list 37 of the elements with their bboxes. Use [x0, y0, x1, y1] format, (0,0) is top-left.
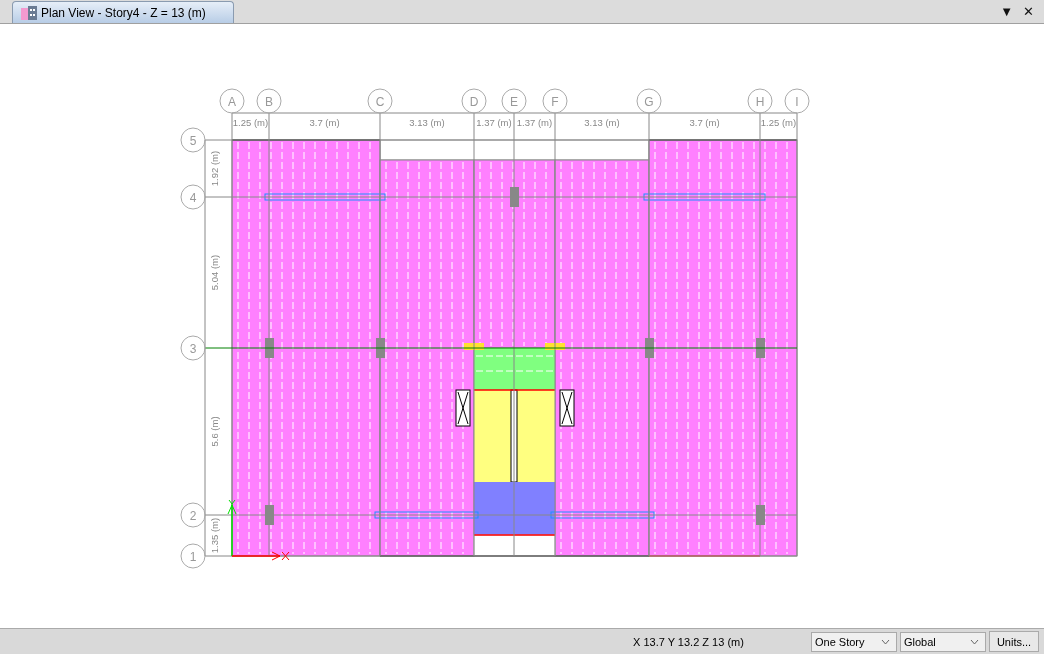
view-tab[interactable]: Plan View - Story4 - Z = 13 (m) [12, 1, 234, 23]
chevron-down-icon [970, 638, 979, 645]
dimension-label: 5.04 (m) [209, 254, 220, 291]
dimension-label: 1.25 (m) [232, 117, 269, 128]
units-button[interactable]: Units... [989, 631, 1039, 652]
grid-bubble: A [219, 88, 245, 114]
story-dropdown[interactable]: One Story [811, 631, 897, 652]
grid-bubble: C [367, 88, 393, 114]
grid-bubble: B [256, 88, 282, 114]
dimension-label: 3.7 (m) [689, 117, 720, 128]
grid-bubble: 5 [180, 127, 206, 153]
window-control[interactable]: ✕ [1023, 4, 1034, 19]
chevron-down-icon [881, 638, 890, 645]
grid-bubble: 2 [180, 502, 206, 528]
cursor-coordinates: X 13.7 Y 13.2 Z 13 (m) [633, 635, 745, 648]
grid-bubble: 1 [180, 543, 206, 569]
dimension-label: 1.35 (m) [209, 517, 220, 554]
dimension-label: 1.37 (m) [476, 117, 512, 128]
grid-bubble: E [501, 88, 527, 114]
window-control[interactable]: ▼ [1000, 4, 1013, 19]
dimension-label: 1.25 (m) [760, 117, 797, 128]
coordinate-system-dropdown[interactable]: Global [900, 631, 986, 652]
dimension-label: 5.6 (m) [209, 416, 220, 447]
grid-bubble: 3 [180, 335, 206, 361]
dimension-label: 1.37 (m) [516, 117, 553, 128]
grid-bubble: G [636, 88, 662, 114]
grid-bubble: I [784, 88, 810, 114]
plan-view-icon [21, 5, 37, 20]
dimension-label: 3.13 (m) [409, 117, 445, 128]
dimension-label: 1.92 (m) [209, 150, 220, 187]
axis-origin-drawing [227, 499, 290, 561]
grid-bubble: D [461, 88, 487, 114]
grid-bubble: 4 [180, 184, 206, 210]
dimension-label: 3.7 (m) [309, 117, 340, 128]
grid-bubble: H [747, 88, 773, 114]
grid-bubble: F [542, 88, 568, 114]
dimension-label: 3.13 (m) [584, 117, 620, 128]
